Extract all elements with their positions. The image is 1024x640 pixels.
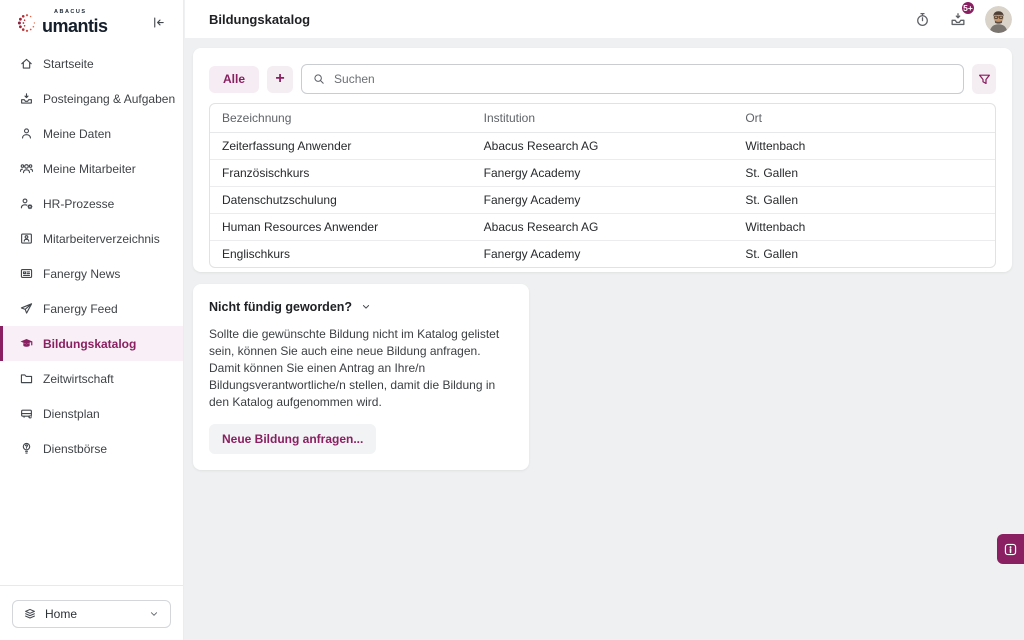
info-panel-button[interactable] <box>997 534 1024 564</box>
sidebar-item-label: Dienstbörse <box>43 442 107 456</box>
catalog-panel: Alle + Bezeichnung Institution Ort <box>193 48 1012 272</box>
column-header[interactable]: Bezeichnung <box>210 104 472 133</box>
sidebar-item-dienstplan[interactable]: Dienstplan <box>0 396 183 431</box>
collapse-left-icon[interactable] <box>147 12 169 34</box>
folder-icon <box>19 371 34 386</box>
not-found-card-header[interactable]: Nicht fündig geworden? <box>209 300 513 314</box>
sidebar-item-label: Dienstplan <box>43 407 100 421</box>
cell-ort[interactable]: St. Gallen <box>733 241 995 268</box>
cell-institution[interactable]: Fanergy Academy <box>472 187 734 214</box>
sidebar-item-label: Zeitwirtschaft <box>43 372 114 386</box>
news-icon <box>19 266 34 281</box>
cell-institution[interactable]: Fanergy Academy <box>472 241 734 268</box>
graduation-cap-icon <box>19 336 34 351</box>
sidebar-item-fanergy-feed[interactable]: Fanergy Feed <box>0 291 183 326</box>
sidebar-item-label: Mitarbeiterverzeichnis <box>43 232 160 246</box>
add-button[interactable]: + <box>267 66 293 93</box>
main-area: Bildungskatalog 5+ <box>185 0 1024 640</box>
sidebar-nav: Startseite Posteingang & Aufgaben Meine … <box>0 46 183 585</box>
sidebar: ABACUS umantis Startseite Posteingang & … <box>0 0 184 640</box>
brand-sub-label: ABACUS <box>54 10 108 16</box>
cell-ort[interactable]: Wittenbach <box>733 214 995 241</box>
user-photo-avatar[interactable] <box>985 6 1012 33</box>
table-row[interactable]: Französischkurs Fanergy Academy St. Gall… <box>210 160 995 187</box>
sidebar-item-startseite[interactable]: Startseite <box>0 46 183 81</box>
home-icon <box>19 56 34 71</box>
table-row[interactable]: Zeiterfassung Anwender Abacus Research A… <box>210 133 995 160</box>
cell-bezeichnung[interactable]: Zeiterfassung Anwender <box>210 133 472 160</box>
user-gear-icon <box>19 196 34 211</box>
sidebar-item-dienstboerse[interactable]: Dienstbörse <box>0 431 183 466</box>
column-header[interactable]: Ort <box>733 104 995 133</box>
cell-bezeichnung[interactable]: Human Resources Anwender <box>210 214 472 241</box>
catalog-toolbar: Alle + <box>193 48 1012 103</box>
not-found-card: Nicht fündig geworden? Sollte die gewüns… <box>193 284 529 470</box>
sidebar-item-zeitwirtschaft[interactable]: Zeitwirtschaft <box>0 361 183 396</box>
user-icon <box>19 126 34 141</box>
search-field[interactable] <box>301 64 964 94</box>
sidebar-item-label: Posteingang & Aufgaben <box>43 92 175 106</box>
table-row[interactable]: Human Resources Anwender Abacus Research… <box>210 214 995 241</box>
cell-bezeichnung[interactable]: Französischkurs <box>210 160 472 187</box>
funnel-icon <box>977 72 992 87</box>
sidebar-footer: Home <box>0 585 183 640</box>
users-icon <box>19 161 34 176</box>
workspace-label: Home <box>45 607 77 621</box>
layers-icon <box>23 607 37 621</box>
chevron-down-icon <box>148 608 160 620</box>
request-new-education-button[interactable]: Neue Bildung anfragen... <box>209 424 376 454</box>
sidebar-item-label: Bildungskatalog <box>43 337 136 351</box>
cell-bezeichnung[interactable]: Datenschutzschulung <box>210 187 472 214</box>
table-row[interactable]: Datenschutzschulung Fanergy Academy St. … <box>210 187 995 214</box>
workspace-switcher[interactable]: Home <box>12 600 171 628</box>
sidebar-item-meine-mitarbeiter[interactable]: Meine Mitarbeiter <box>0 151 183 186</box>
card-body-text: Sollte die gewünschte Bildung nicht im K… <box>209 326 513 411</box>
chevron-down-icon <box>360 301 372 313</box>
topbar: Bildungskatalog 5+ <box>185 0 1024 38</box>
bus-icon <box>19 406 34 421</box>
brand-name: umantis <box>42 17 108 35</box>
sidebar-item-label: Meine Mitarbeiter <box>43 162 136 176</box>
sidebar-item-label: Fanergy Feed <box>43 302 118 316</box>
cell-institution[interactable]: Fanergy Academy <box>472 160 734 187</box>
card-title: Nicht fündig geworden? <box>209 300 352 314</box>
column-header[interactable]: Institution <box>472 104 734 133</box>
sidebar-item-label: Meine Daten <box>43 127 111 141</box>
sidebar-item-bildungskatalog[interactable]: Bildungskatalog <box>0 326 183 361</box>
sidebar-item-label: Startseite <box>43 57 94 71</box>
bulb-question-icon <box>19 441 34 456</box>
page-title: Bildungskatalog <box>209 12 310 27</box>
inbox-tray-icon[interactable]: 5+ <box>946 7 970 31</box>
catalog-table: Bezeichnung Institution Ort Zeiterfassun… <box>209 103 996 268</box>
inbox-badge: 5+ <box>960 0 976 16</box>
inbox-icon <box>19 91 34 106</box>
sidebar-item-label: Fanergy News <box>43 267 120 281</box>
cell-institution[interactable]: Abacus Research AG <box>472 133 734 160</box>
cell-ort[interactable]: Wittenbach <box>733 133 995 160</box>
abacus-swirl-icon <box>16 12 38 34</box>
filter-all-button[interactable]: Alle <box>209 66 259 93</box>
cell-bezeichnung[interactable]: Englischkurs <box>210 241 472 268</box>
sidebar-item-meine-daten[interactable]: Meine Daten <box>0 116 183 151</box>
cell-ort[interactable]: St. Gallen <box>733 187 995 214</box>
cell-institution[interactable]: Abacus Research AG <box>472 214 734 241</box>
sidebar-item-fanergy-news[interactable]: Fanergy News <box>0 256 183 291</box>
id-card-icon <box>19 231 34 246</box>
sidebar-item-posteingang[interactable]: Posteingang & Aufgaben <box>0 81 183 116</box>
filter-button[interactable] <box>972 64 996 94</box>
search-icon <box>312 72 326 86</box>
table-row[interactable]: Englischkurs Fanergy Academy St. Gallen <box>210 241 995 268</box>
sidebar-item-hr-prozesse[interactable]: HR-Prozesse <box>0 186 183 221</box>
stopwatch-icon[interactable] <box>910 7 934 31</box>
sidebar-item-mitarbeiterverzeichnis[interactable]: Mitarbeiterverzeichnis <box>0 221 183 256</box>
search-input[interactable] <box>334 72 953 86</box>
paper-plane-icon <box>19 301 34 316</box>
info-square-icon <box>1003 542 1018 557</box>
table-header-row: Bezeichnung Institution Ort <box>210 104 995 133</box>
sidebar-item-label: HR-Prozesse <box>43 197 114 211</box>
brand-logo: ABACUS umantis <box>0 0 183 40</box>
cell-ort[interactable]: St. Gallen <box>733 160 995 187</box>
